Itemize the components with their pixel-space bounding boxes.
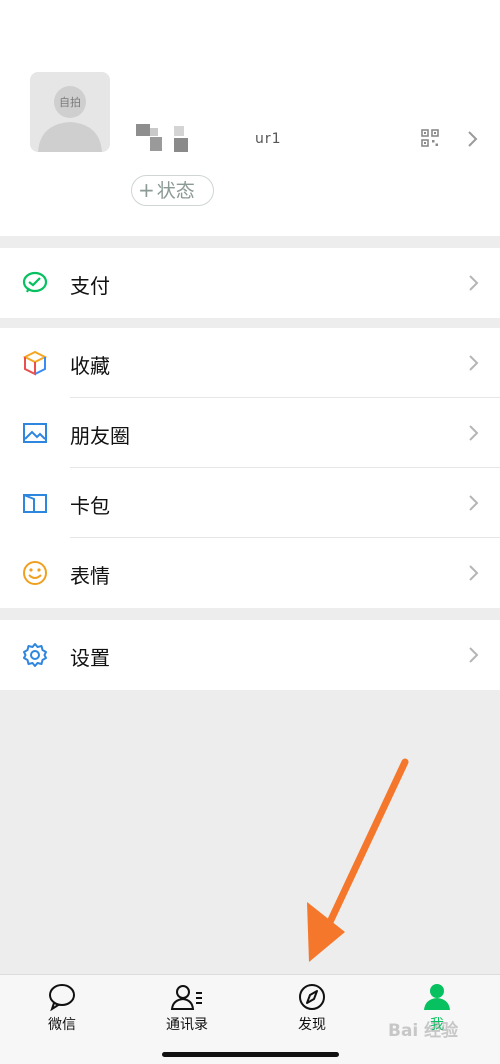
avatar[interactable]: 自拍	[30, 72, 110, 152]
menu-item-favorites[interactable]: 收藏	[0, 328, 500, 398]
avatar-label: 自拍	[59, 96, 81, 109]
person-icon	[424, 984, 450, 1010]
tab-chats[interactable]: 微信	[17, 983, 107, 1043]
profile-header[interactable]: 自拍 ur1 + 状态	[0, 0, 500, 236]
chevron-right-icon	[469, 275, 479, 291]
nickname-pixelated	[136, 124, 192, 152]
menu-label-favorites: 收藏	[70, 354, 110, 378]
watermark: Bai 经验	[388, 1021, 459, 1041]
chevron-right-icon	[469, 565, 479, 581]
chevron-right-icon	[469, 495, 479, 511]
contacts-icon	[170, 985, 202, 1010]
qr-code-icon[interactable]	[421, 129, 439, 147]
menu-item-pay[interactable]: 支付	[0, 248, 500, 318]
services-group: 收藏 朋友圈 卡包 表情	[0, 328, 500, 608]
menu-item-moments[interactable]: 朋友圈	[0, 398, 500, 468]
moments-picture-icon	[23, 423, 47, 443]
menu-label-cards: 卡包	[70, 494, 110, 518]
avatar-silhouette-icon	[38, 86, 102, 152]
chat-bubble-icon	[49, 984, 75, 1011]
card-wallet-icon	[23, 494, 47, 513]
pay-group: 支付	[0, 248, 500, 318]
gear-icon	[23, 643, 47, 667]
tab-label-contacts: 通讯录	[166, 1017, 208, 1033]
menu-label-stickers: 表情	[70, 564, 110, 588]
tab-label-chats: 微信	[48, 1017, 76, 1033]
tab-contacts[interactable]: 通讯录	[142, 983, 232, 1043]
pay-icon	[22, 271, 48, 293]
menu-label-settings: 设置	[70, 646, 110, 670]
chevron-right-icon	[469, 647, 479, 663]
tab-label-discover: 发现	[298, 1017, 326, 1033]
wechat-id: ur1	[255, 131, 282, 147]
menu-item-cards[interactable]: 卡包	[0, 468, 500, 538]
chevron-right-icon	[468, 131, 478, 147]
favorites-cube-icon	[22, 350, 48, 376]
status-label: 状态	[156, 180, 195, 202]
menu-item-stickers[interactable]: 表情	[0, 538, 500, 608]
smiley-icon	[23, 561, 47, 585]
menu-label-moments: 朋友圈	[70, 424, 130, 448]
chevron-right-icon	[469, 355, 479, 371]
plus-icon: +	[138, 178, 155, 202]
menu-label-pay: 支付	[70, 274, 110, 298]
add-status-button[interactable]: + 状态	[131, 175, 214, 206]
menu-item-settings[interactable]: 设置	[0, 620, 500, 690]
chevron-right-icon	[469, 425, 479, 441]
compass-icon	[299, 984, 325, 1010]
home-indicator[interactable]	[162, 1052, 339, 1057]
settings-group: 设置	[0, 620, 500, 690]
tab-discover[interactable]: 发现	[267, 983, 357, 1043]
